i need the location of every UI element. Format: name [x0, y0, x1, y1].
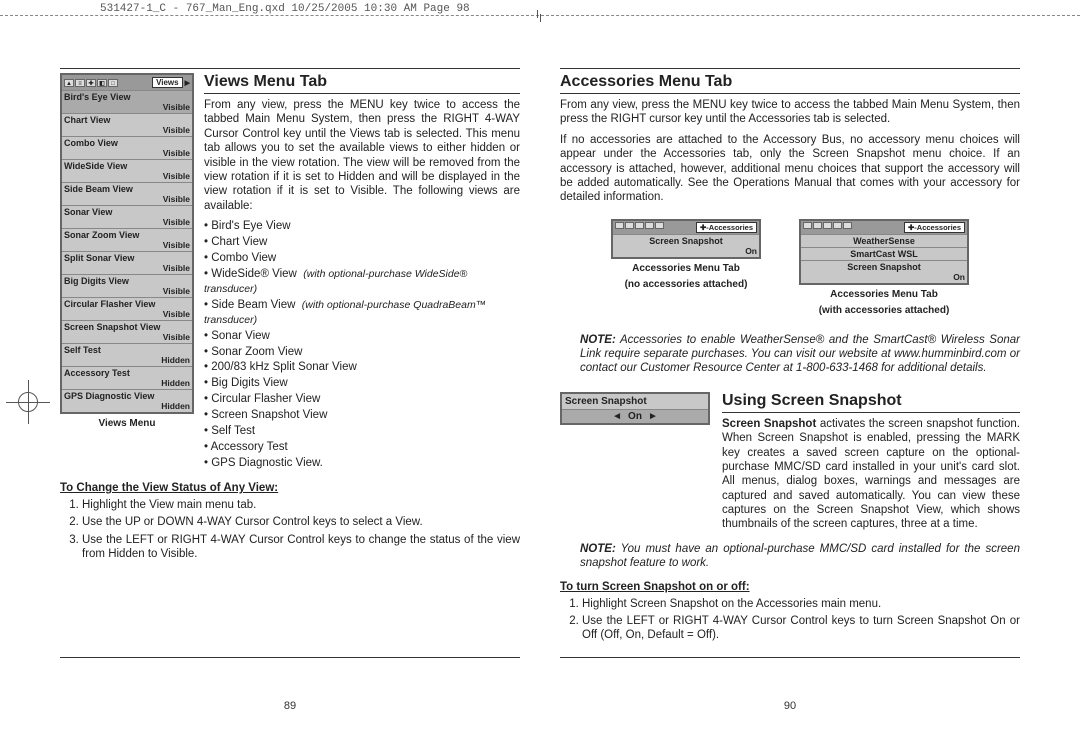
- change-view-subhead: To Change the View Status of Any View:: [60, 482, 520, 494]
- accessories-note: NOTE: Accessories to enable WeatherSense…: [580, 333, 1020, 376]
- page-left: ▲≡✚◧□ Views ▶ Bird's Eye View Visible Ch…: [60, 68, 520, 708]
- snapshot-steps: Highlight Screen Snapshot on the Accesso…: [582, 597, 1020, 643]
- snapshot-note: NOTE: You must have an optional-purchase…: [580, 542, 1020, 571]
- acc-menu-attached: ✚-Accessories WeatherSense SmartCast WSL…: [799, 219, 969, 285]
- snapshot-heading: Using Screen Snapshot: [722, 392, 1020, 410]
- page-number-left: 89: [60, 694, 520, 712]
- acc-menu-attached-figure: ✚-Accessories WeatherSense SmartCast WSL…: [799, 219, 969, 317]
- views-intro: From any view, press the MENU key twice …: [204, 98, 520, 213]
- crop-tick: [540, 14, 541, 22]
- crop-info: 531427-1_C - 767_Man_Eng.qxd 10/25/2005 …: [100, 3, 470, 15]
- page-number-right: 90: [560, 694, 1020, 712]
- page-right: Accessories Menu Tab From any view, pres…: [560, 68, 1020, 708]
- screen-snapshot-setting: Screen Snapshot ◄ On ►: [560, 392, 710, 425]
- left-arrow-icon: ◄: [612, 411, 622, 422]
- accessories-para-1: From any view, press the MENU key twice …: [560, 98, 1020, 127]
- change-view-steps: Highlight the View main menu tab. Use th…: [82, 498, 520, 562]
- acc-menu-empty-figure: ✚-Accessories Screen Snapshot On Accesso…: [611, 219, 761, 291]
- registration-mark: [6, 380, 50, 424]
- snapshot-subhead: To turn Screen Snapshot on or off:: [560, 581, 1020, 593]
- views-heading: Views Menu Tab: [204, 73, 520, 91]
- views-bullets: Bird's Eye View Chart View Combo View Wi…: [204, 219, 520, 471]
- accessories-para-2: If no accessories are attached to the Ac…: [560, 133, 1020, 205]
- snapshot-para: Screen Snapshot activates the screen sna…: [722, 417, 1020, 532]
- views-menu-screenshot: ▲≡✚◧□ Views ▶ Bird's Eye View Visible Ch…: [60, 73, 194, 414]
- views-menu-figure: ▲≡✚◧□ Views ▶ Bird's Eye View Visible Ch…: [60, 73, 194, 472]
- acc-menu-empty: ✚-Accessories Screen Snapshot On: [611, 219, 761, 259]
- accessories-heading: Accessories Menu Tab: [560, 73, 1020, 91]
- right-arrow-icon: ►: [648, 411, 658, 422]
- views-menu-caption: Views Menu: [60, 418, 194, 429]
